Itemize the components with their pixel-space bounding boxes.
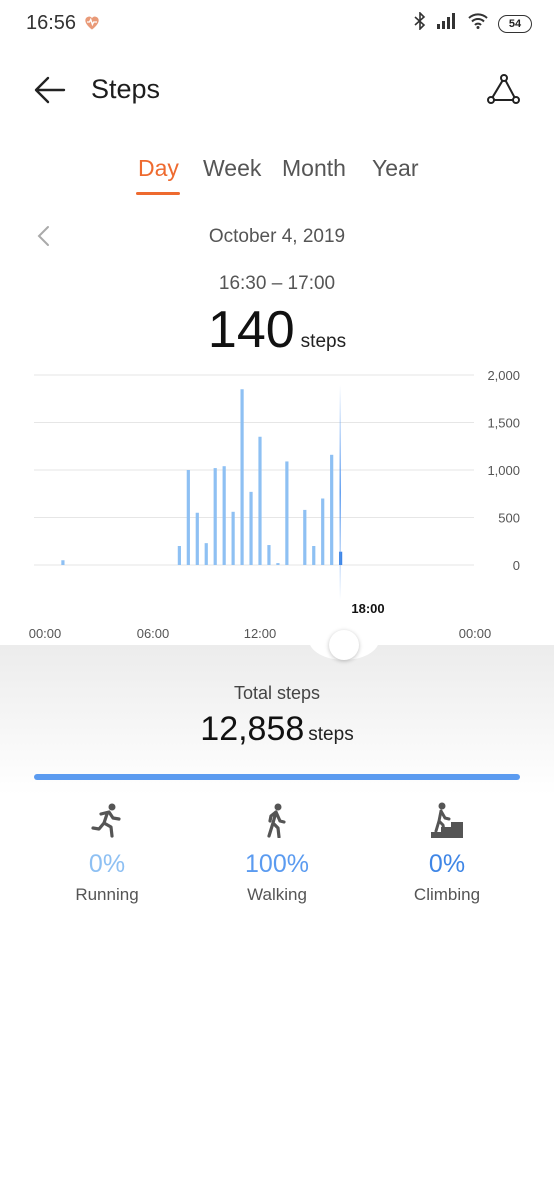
battery-indicator: 54: [498, 14, 532, 33]
x-tick-label: 06:00: [137, 626, 170, 641]
steps-chart[interactable]: 2,000 1,500 1,000 500 0 18:00 00:00 06:00 12:00 0…: [0, 360, 554, 650]
y-tick-label: 2,000: [487, 368, 520, 383]
tab-month[interactable]: Month: [282, 155, 346, 182]
running-percent: 0%: [88, 850, 126, 878]
selected-steps-value: 140: [207, 301, 295, 359]
total-steps-unit: steps: [308, 724, 354, 745]
chart-bar[interactable]: [222, 466, 226, 565]
chart-bar[interactable]: [276, 563, 280, 565]
climbing-percent: 0%: [428, 850, 466, 878]
share-button[interactable]: [485, 72, 521, 108]
tab-week[interactable]: Week: [203, 155, 261, 182]
activity-walking: 100% Walking: [207, 800, 347, 905]
current-date: October 4, 2019: [208, 226, 346, 247]
x-tick-label: 00:00: [29, 626, 62, 641]
climbing-icon: [377, 800, 517, 840]
chart-bar[interactable]: [195, 512, 199, 565]
page-title: Steps: [91, 74, 161, 104]
status-time: 16:56: [26, 12, 77, 34]
activity-running: 0% Running: [37, 800, 177, 905]
activity-progress-bar: [34, 774, 520, 780]
tab-year[interactable]: Year: [372, 155, 418, 182]
chart-bar[interactable]: [61, 560, 65, 565]
chart-bar[interactable]: [303, 509, 307, 565]
selected-steps: 140 steps: [0, 300, 554, 360]
chart-bar[interactable]: [249, 491, 253, 565]
chart-bar[interactable]: [231, 511, 235, 565]
chart-drag-handle[interactable]: [329, 630, 359, 660]
chart-bar[interactable]: [312, 546, 316, 565]
chart-bar[interactable]: [177, 546, 181, 565]
x-tick-label: 12:00: [244, 626, 277, 641]
total-steps: 12,858 steps: [0, 710, 554, 749]
x-tick-label: 00:00: [459, 626, 492, 641]
y-tick-label: 0: [513, 558, 520, 573]
walking-icon: [207, 800, 347, 840]
cursor-time-label: 18:00: [351, 601, 384, 616]
selected-time-range: 16:30 – 17:00: [218, 273, 336, 294]
signal-icon: [436, 13, 458, 34]
climbing-label: Climbing: [413, 885, 481, 904]
walking-percent: 100%: [245, 850, 309, 878]
chart-bar[interactable]: [330, 454, 334, 565]
total-steps-value: 12,858: [200, 710, 305, 748]
share-icon: [487, 74, 520, 104]
running-label: Running: [75, 885, 139, 904]
y-tick-label: 500: [498, 511, 520, 526]
chart-bar[interactable]: [267, 545, 271, 565]
wifi-icon: [468, 13, 488, 34]
selected-steps-unit: steps: [300, 331, 347, 352]
walking-label: Walking: [247, 885, 307, 904]
chart-bar[interactable]: [321, 498, 325, 566]
running-icon: [37, 800, 177, 840]
back-arrow-icon: [34, 76, 66, 104]
bluetooth-icon: [414, 11, 426, 35]
status-icons: 54: [414, 11, 532, 35]
chart-cursor: [339, 385, 341, 600]
activity-climbing: 0% Climbing: [377, 800, 517, 905]
chart-bar[interactable]: [240, 389, 244, 565]
y-tick-label: 1,000: [487, 463, 520, 478]
chart-bar[interactable]: [285, 461, 289, 565]
heart-rate-icon: [82, 12, 102, 37]
back-button[interactable]: [32, 72, 68, 108]
total-steps-label: Total steps: [233, 683, 321, 703]
y-tick-label: 1,500: [487, 416, 520, 431]
chart-bar[interactable]: [204, 543, 208, 565]
chart-bar[interactable]: [186, 470, 190, 565]
tab-indicator: [136, 192, 180, 195]
tab-day[interactable]: Day: [138, 155, 179, 182]
chart-bar[interactable]: [213, 468, 217, 565]
chart-bar[interactable]: [258, 436, 262, 565]
